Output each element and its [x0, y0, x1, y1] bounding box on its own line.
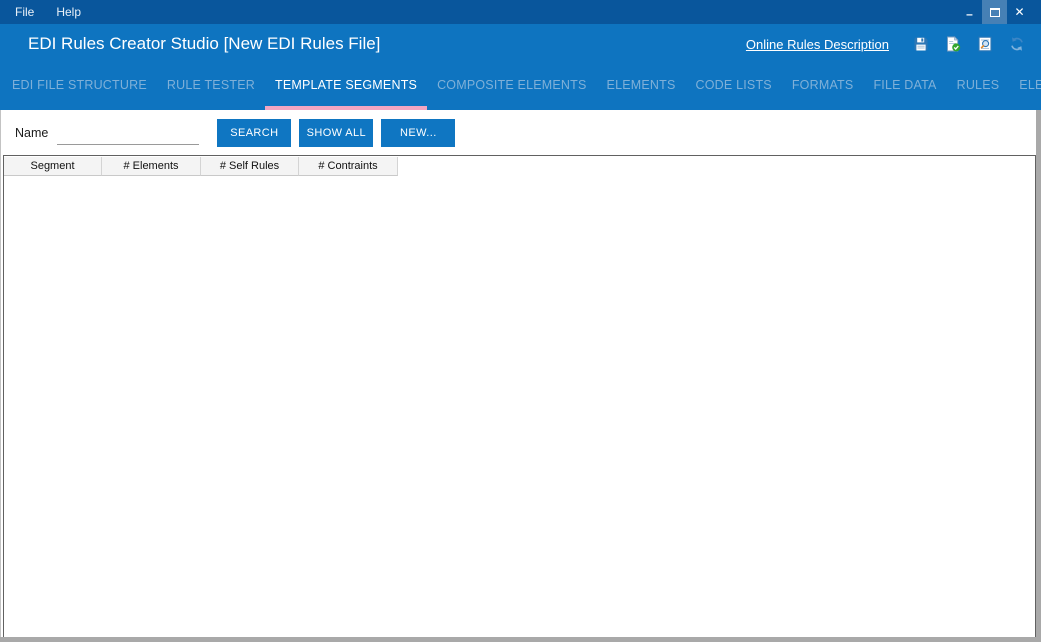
column-header-elements[interactable]: # Elements: [102, 157, 201, 176]
tab-file-data[interactable]: FILE DATA: [863, 64, 946, 110]
tab-formats[interactable]: FORMATS: [782, 64, 864, 110]
tab-code-lists[interactable]: CODE LISTS: [686, 64, 782, 110]
app-header: EDI Rules Creator Studio [New EDI Rules …: [0, 24, 1041, 110]
preview-document-icon[interactable]: [976, 36, 993, 53]
column-header-segment[interactable]: Segment: [4, 157, 102, 176]
close-icon: ✕: [1014, 5, 1025, 19]
page-title: EDI Rules Creator Studio [New EDI Rules …: [28, 34, 381, 53]
app-window: File Help – ✕ EDI Rules Creator Studio […: [0, 0, 1041, 642]
show-all-button[interactable]: SHOW ALL: [299, 118, 374, 147]
save-icon[interactable]: [912, 36, 929, 53]
tab-elements[interactable]: ELEMENTS: [597, 64, 686, 110]
window-controls: – ✕: [957, 0, 1032, 24]
minimize-button[interactable]: –: [957, 0, 982, 24]
close-button[interactable]: ✕: [1007, 0, 1032, 24]
window-left-edge: [0, 110, 1, 637]
window-right-edge: [1036, 110, 1041, 642]
tab-rules[interactable]: RULES: [947, 64, 1010, 110]
header-actions: Online Rules Description: [746, 36, 1025, 53]
maximize-icon: [989, 7, 1000, 17]
tab-composite-elements[interactable]: COMPOSITE ELEMENTS: [427, 64, 596, 110]
grid-header-row: Segment # Elements # Self Rules # Contra…: [4, 157, 398, 176]
search-toolbar: Name SEARCH SHOW ALL NEW...: [0, 110, 1041, 155]
menu-help[interactable]: Help: [45, 0, 92, 24]
menu-bar: File Help – ✕: [0, 0, 1041, 24]
new-button[interactable]: NEW...: [381, 118, 456, 147]
menu-file[interactable]: File: [4, 0, 45, 24]
tab-template-segments[interactable]: TEMPLATE SEGMENTS: [264, 64, 428, 110]
tab-rule-tester[interactable]: RULE TESTER: [157, 64, 265, 110]
tab-bar: EDI FILE STRUCTURE RULE TESTER TEMPLATE …: [0, 64, 1041, 110]
column-header-contraints[interactable]: # Contraints: [299, 157, 398, 176]
header-top-row: EDI Rules Creator Studio [New EDI Rules …: [0, 24, 1041, 64]
name-input[interactable]: [57, 126, 200, 145]
refresh-icon[interactable]: [1008, 36, 1025, 53]
online-rules-description-link[interactable]: Online Rules Description: [746, 37, 889, 52]
minimize-icon: –: [966, 7, 973, 21]
segments-grid: Segment # Elements # Self Rules # Contra…: [3, 155, 1036, 637]
window-bottom-edge: [0, 637, 1041, 642]
tab-element-equality[interactable]: ELEMENT EQUALITY: [1009, 64, 1041, 110]
column-header-self-rules[interactable]: # Self Rules: [201, 157, 299, 176]
tab-edi-file-structure[interactable]: EDI FILE STRUCTURE: [2, 64, 157, 110]
search-button[interactable]: SEARCH: [217, 118, 292, 147]
name-label: Name: [15, 125, 49, 140]
maximize-button[interactable]: [982, 0, 1007, 24]
validate-document-icon[interactable]: [944, 36, 961, 53]
